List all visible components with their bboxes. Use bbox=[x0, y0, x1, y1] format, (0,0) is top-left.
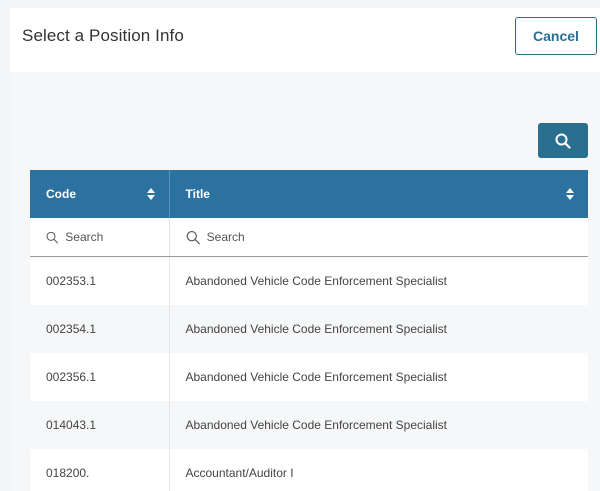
position-info-dialog: Select a Position Info Cancel Code Title… bbox=[10, 8, 600, 491]
table-row[interactable]: 014043.1 Abandoned Vehicle Code Enforcem… bbox=[30, 401, 588, 449]
column-header-label: Code bbox=[46, 187, 76, 201]
code-cell: 002353.1 bbox=[30, 256, 170, 305]
code-search-input[interactable] bbox=[65, 230, 153, 244]
code-cell: 002356.1 bbox=[30, 353, 170, 401]
table-row[interactable]: 002354.1 Abandoned Vehicle Code Enforcem… bbox=[30, 305, 588, 353]
code-cell: 002354.1 bbox=[30, 305, 170, 353]
search-icon bbox=[555, 133, 571, 149]
code-filter-cell bbox=[30, 218, 170, 257]
table-row[interactable]: 002353.1 Abandoned Vehicle Code Enforcem… bbox=[30, 256, 588, 305]
sort-icon[interactable] bbox=[566, 188, 574, 200]
table-header-row: Code Title bbox=[30, 170, 588, 218]
title-cell: Abandoned Vehicle Code Enforcement Speci… bbox=[169, 401, 588, 449]
code-cell: 018200. bbox=[30, 449, 170, 491]
table-row[interactable]: 002356.1 Abandoned Vehicle Code Enforcem… bbox=[30, 353, 588, 401]
dialog-header: Select a Position Info Cancel bbox=[10, 8, 600, 72]
cancel-button[interactable]: Cancel bbox=[515, 17, 597, 55]
table-row[interactable]: 018200. Accountant/Auditor I bbox=[30, 449, 588, 491]
title-search-input[interactable] bbox=[206, 230, 572, 244]
search-toggle-button[interactable] bbox=[538, 123, 588, 158]
sort-icon[interactable] bbox=[146, 188, 155, 200]
title-cell: Accountant/Auditor I bbox=[169, 449, 588, 491]
column-header-title[interactable]: Title bbox=[169, 170, 588, 218]
filter-row bbox=[30, 218, 588, 257]
title-filter-cell bbox=[169, 218, 588, 257]
column-header-code[interactable]: Code bbox=[30, 170, 170, 218]
code-cell: 014043.1 bbox=[30, 401, 170, 449]
title-cell: Abandoned Vehicle Code Enforcement Speci… bbox=[169, 305, 588, 353]
dialog-body: Code Title Search Search 002353.1 Abando… bbox=[10, 72, 600, 491]
column-header-label: Title bbox=[185, 187, 210, 201]
title-cell: Abandoned Vehicle Code Enforcement Speci… bbox=[169, 256, 588, 305]
search-icon bbox=[186, 230, 200, 244]
search-icon bbox=[46, 231, 59, 243]
positions-table: Code Title Search Search 002353.1 Abando… bbox=[30, 170, 588, 491]
dialog-title: Select a Position Info bbox=[22, 26, 184, 45]
title-cell: Abandoned Vehicle Code Enforcement Speci… bbox=[169, 353, 588, 401]
